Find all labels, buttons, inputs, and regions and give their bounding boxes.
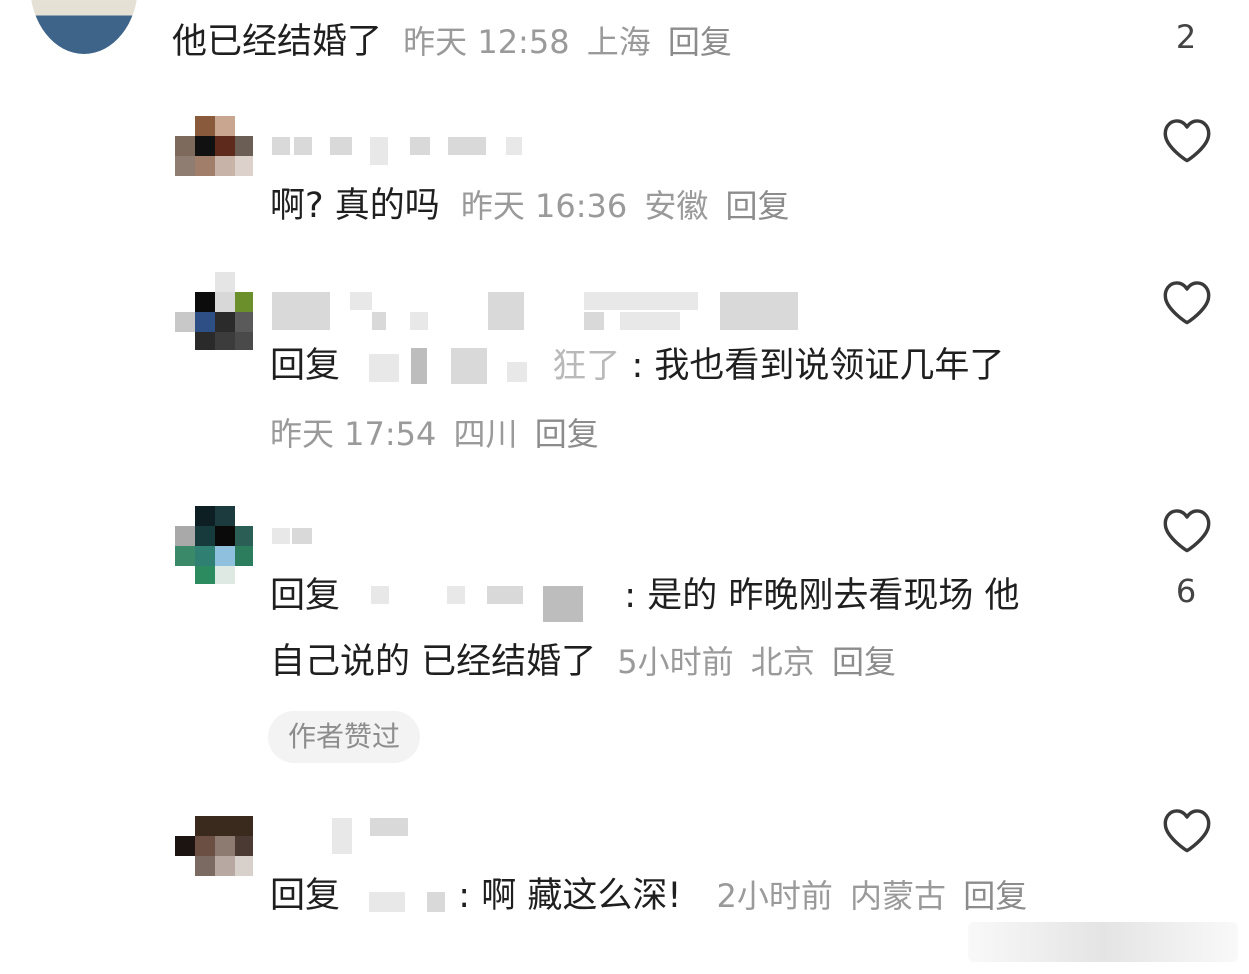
- blurred-username: [272, 528, 290, 544]
- comment-row: 啊? 真的吗 昨天 16:36 安徽 回复: [270, 184, 790, 228]
- heart-outline-icon[interactable]: [1161, 116, 1213, 164]
- blurred-username: [372, 312, 386, 330]
- avatar[interactable]: [175, 272, 253, 350]
- comment-location: 安徽: [644, 187, 709, 225]
- comment-location: 上海: [586, 23, 651, 61]
- blurred-username: [410, 137, 430, 155]
- blurred-username: [370, 137, 388, 165]
- blurred-username: [332, 818, 352, 854]
- comment-text: : 啊 藏这么深!: [458, 876, 682, 916]
- blurred-username: [272, 137, 290, 155]
- blurred-username: [488, 292, 524, 330]
- reply-button[interactable]: 回复: [535, 415, 599, 453]
- avatar[interactable]: [30, 0, 138, 54]
- blurred-username: [272, 292, 330, 330]
- blurred-username: [350, 292, 372, 310]
- comment-row: 回复 : 啊 藏这么深! 2小时前 内蒙古 回复: [270, 874, 1027, 918]
- mention-name: 狂了: [552, 346, 621, 386]
- comment-location: 四川: [453, 415, 518, 453]
- reply-button[interactable]: 回复: [963, 877, 1027, 915]
- comment-text: : 是的 昨晚刚去看现场 他: [624, 576, 1020, 616]
- reply-button[interactable]: 回复: [726, 187, 790, 225]
- comment-location: 内蒙古: [850, 877, 947, 915]
- comment-row: 回复 狂了 : 我也看到说领证几年了: [270, 344, 1004, 388]
- blurred-username: [448, 137, 486, 155]
- blurred-username: [506, 137, 522, 155]
- heart-outline-icon[interactable]: [1161, 278, 1213, 326]
- comment-time: 昨天 12:58: [403, 23, 570, 61]
- avatar[interactable]: [175, 116, 253, 184]
- blurred-username: [294, 137, 312, 155]
- comment-time: 5小时前: [617, 643, 734, 681]
- comment-time: 昨天 16:36: [460, 187, 628, 225]
- blurred-mention: [351, 582, 613, 622]
- reply-prefix: 回复: [270, 876, 341, 916]
- blurred-username: [370, 818, 408, 836]
- reply-prefix: 回复: [270, 346, 341, 386]
- heart-outline-icon[interactable]: [1161, 806, 1213, 854]
- blurred-mention: [351, 882, 447, 912]
- watermark: [968, 922, 1238, 962]
- like-count: 2: [1175, 18, 1197, 56]
- blurred-username: [584, 312, 604, 330]
- comment-time: 昨天 17:54: [270, 415, 437, 453]
- comment-meta-row: 昨天 17:54 四川 回复: [270, 412, 599, 456]
- blurred-username: [330, 137, 352, 155]
- avatar[interactable]: [175, 506, 253, 584]
- heart-outline-icon[interactable]: [1161, 506, 1213, 554]
- reply-prefix: 回复: [270, 576, 341, 616]
- comment-text: 啊? 真的吗: [270, 186, 440, 226]
- comment-time: 2小时前: [716, 877, 833, 915]
- blurred-username: [584, 292, 698, 310]
- blurred-username: [720, 292, 798, 330]
- reply-button[interactable]: 回复: [668, 23, 732, 61]
- blurred-username: [410, 312, 428, 330]
- comment-text: 自己说的 已经结婚了: [270, 642, 597, 682]
- avatar[interactable]: [175, 816, 253, 876]
- comment-row: 回复 : 是的 昨晚刚去看现场 他: [270, 574, 1020, 622]
- author-liked-badge: 作者赞过: [268, 711, 421, 763]
- comment-text: : 我也看到说领证几年了: [631, 346, 1005, 386]
- comment-row-continued: 自己说的 已经结婚了 5小时前 北京 回复: [270, 640, 896, 684]
- comment-row: 他已经结婚了 昨天 12:58 上海 回复: [172, 20, 732, 64]
- blurred-username: [620, 312, 680, 330]
- reply-button[interactable]: 回复: [832, 643, 896, 681]
- blurred-mention: [351, 348, 541, 384]
- blurred-username: [292, 528, 312, 544]
- comment-text: 他已经结婚了: [172, 22, 383, 62]
- comment-location: 北京: [750, 643, 815, 681]
- like-count: 6: [1175, 572, 1197, 610]
